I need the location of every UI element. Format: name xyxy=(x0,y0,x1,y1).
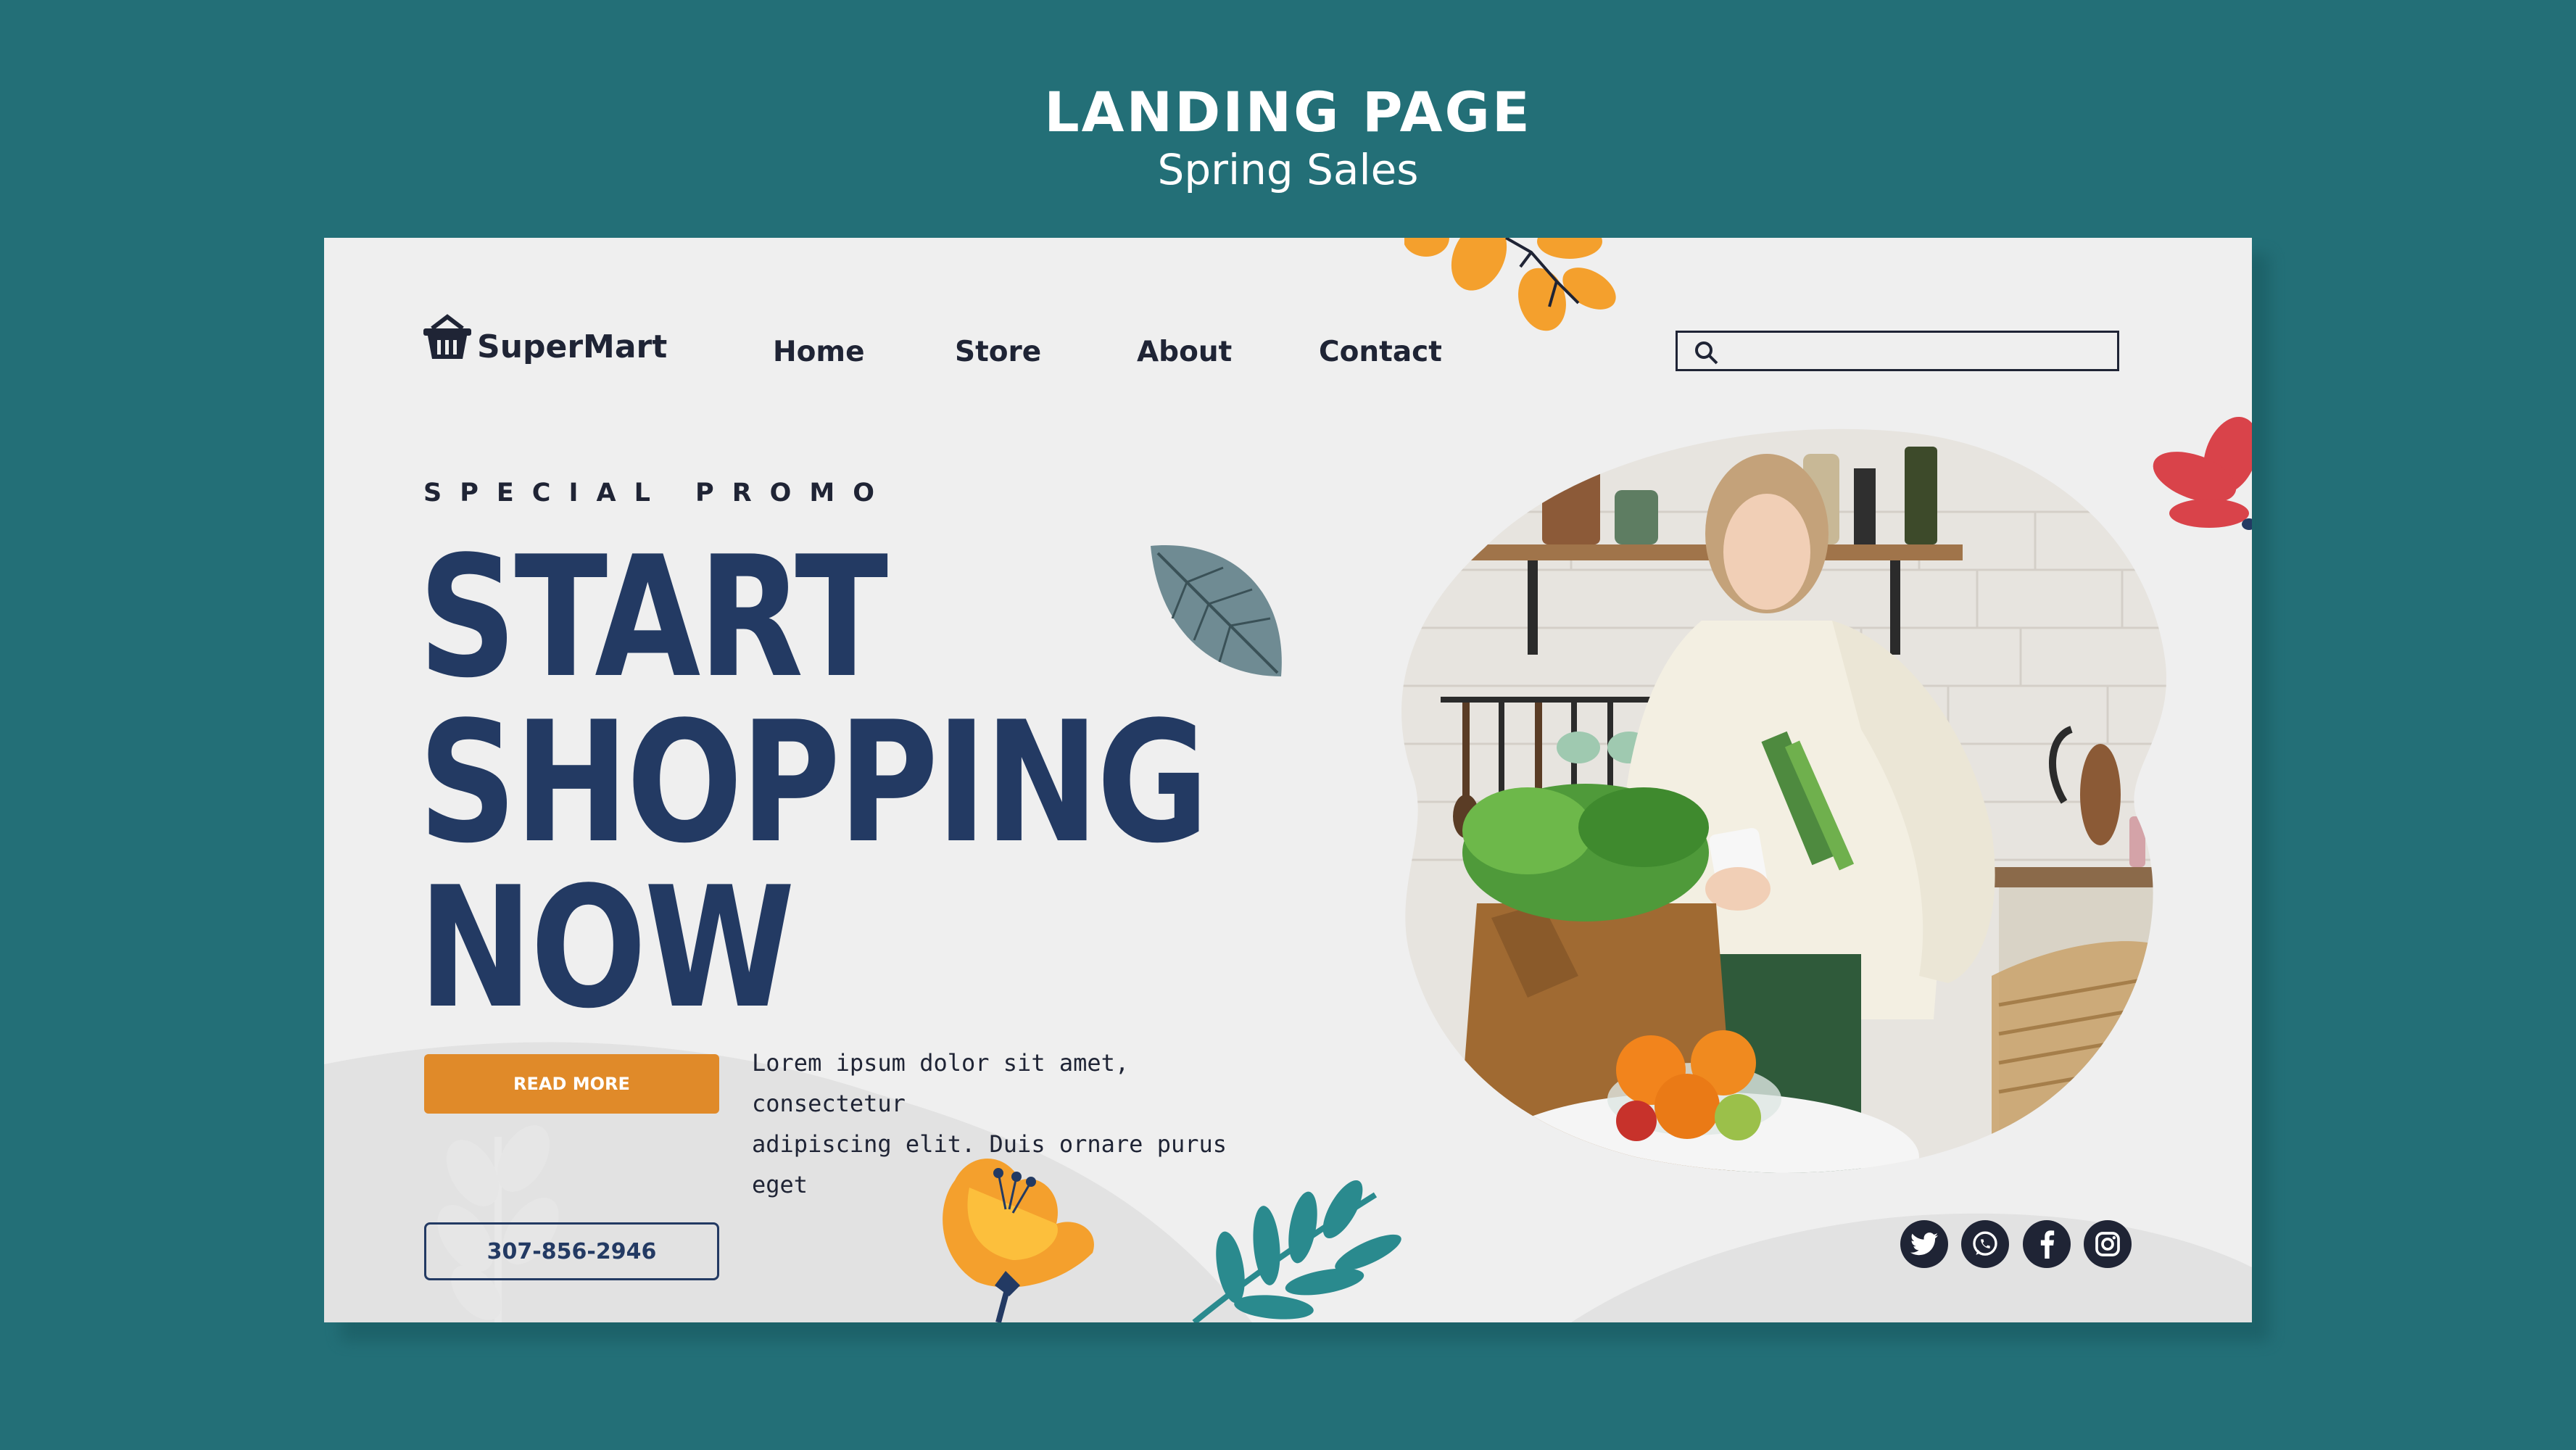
brand-name[interactable]: SuperMart xyxy=(477,328,667,365)
promo-label: SPECIAL PROMO xyxy=(423,478,893,508)
landing-card: SuperMart Home Store About Contact SPECI… xyxy=(324,238,2252,1322)
whatsapp-icon[interactable] xyxy=(1961,1220,2009,1268)
basket-logo-icon xyxy=(423,314,471,359)
search-input[interactable] xyxy=(1728,337,2108,366)
facebook-icon[interactable] xyxy=(2023,1220,2071,1268)
yellow-flower-decoration xyxy=(943,1159,1094,1322)
twitter-icon[interactable] xyxy=(1900,1220,1948,1268)
headline-line-3: NOW xyxy=(418,852,795,1045)
search-box[interactable] xyxy=(1676,331,2119,371)
faint-leaf-decoration xyxy=(437,1125,559,1322)
hero-photo xyxy=(1401,428,2166,1173)
headline-line-1: START xyxy=(418,521,888,715)
nav-contact[interactable]: Contact xyxy=(1319,336,1442,368)
instagram-glyph-icon xyxy=(2095,1232,2120,1256)
page-subtitle: Spring Sales xyxy=(1157,145,1419,194)
search-icon xyxy=(1695,341,1718,365)
nav-about[interactable]: About xyxy=(1137,336,1232,368)
headline-line-2: SHOPPING xyxy=(418,687,1209,880)
nav-store[interactable]: Store xyxy=(955,336,1041,368)
blue-leaf-decoration xyxy=(1151,545,1282,676)
teal-leaves-decoration xyxy=(1192,1180,1401,1322)
read-more-button[interactable]: READ MORE xyxy=(424,1054,719,1114)
twitter-glyph-icon xyxy=(1910,1232,1938,1256)
page-title: LANDING PAGE xyxy=(1044,80,1532,144)
phone-button[interactable]: 307-856-2946 xyxy=(424,1222,719,1280)
instagram-icon[interactable] xyxy=(2084,1220,2132,1268)
description-line-1: Lorem ipsum dolor sit amet, consectetur xyxy=(752,1049,1130,1117)
facebook-glyph-icon xyxy=(2040,1230,2055,1259)
whatsapp-glyph-icon xyxy=(1973,1231,1997,1256)
orange-petals-decoration xyxy=(1404,238,1616,331)
nav-home[interactable]: Home xyxy=(773,336,865,368)
